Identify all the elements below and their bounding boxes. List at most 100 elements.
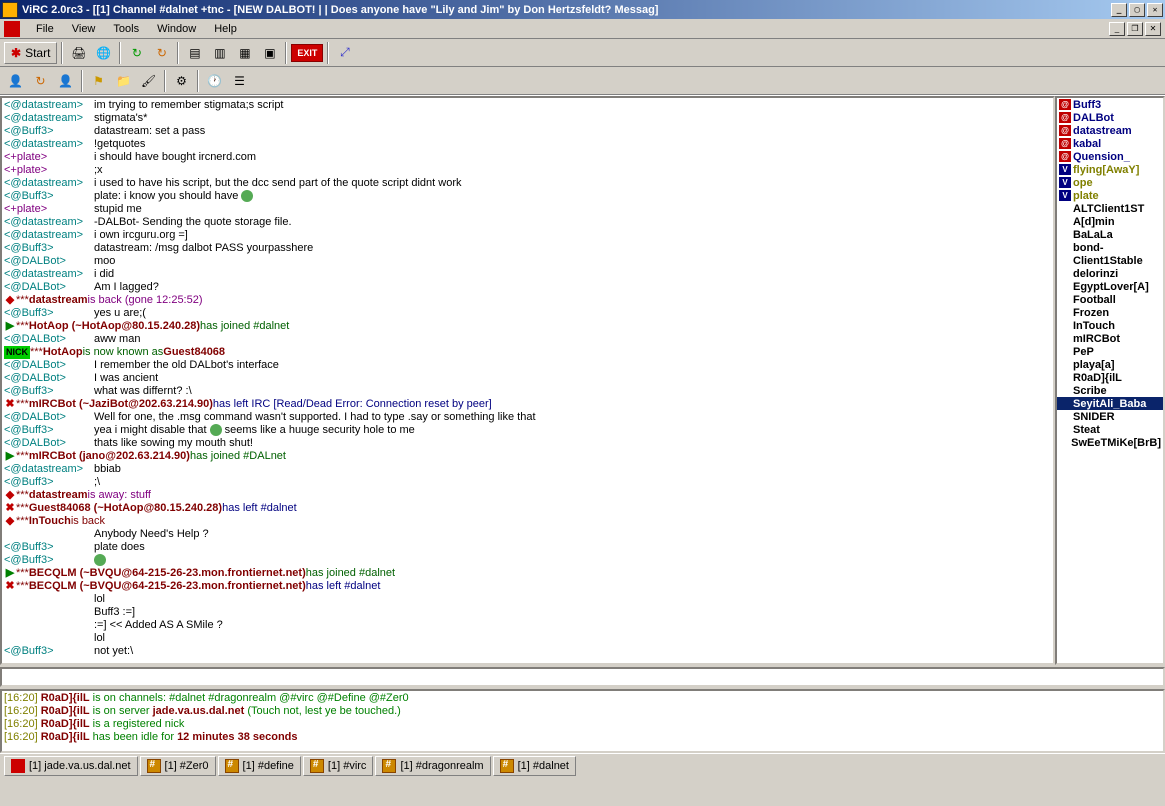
menu-file[interactable]: File — [28, 21, 62, 37]
status-line: [16:20] R0aD]{ilL is on channels: #dalne… — [4, 692, 1161, 705]
nick-item[interactable]: A[d]min — [1057, 215, 1163, 228]
smile-icon — [210, 424, 222, 436]
part-icon: ✖ — [4, 398, 16, 411]
menu-window[interactable]: Window — [149, 21, 204, 37]
status-line: [16:20] R0aD]{ilL is on server jade.va.u… — [4, 705, 1161, 718]
nick-item[interactable]: SwEeTMiKe[BrB] — [1057, 436, 1163, 449]
nick-item[interactable]: @Quension_ — [1057, 150, 1163, 163]
tile-horizontal-icon: ▤ — [189, 46, 200, 60]
brush-icon: 🖌 — [141, 74, 156, 88]
print-button[interactable]: 🖨 — [67, 42, 90, 64]
nick-item[interactable]: R0aD]{ilL — [1057, 371, 1163, 384]
menu-bar: FileViewToolsWindowHelp _ ❐ ✕ — [0, 19, 1165, 39]
chat-line: <@datastream>!getquotes — [4, 138, 1051, 151]
chat-line: Anybody Need's Help ? — [4, 528, 1051, 541]
maximize-button[interactable]: ▢ — [1129, 3, 1145, 17]
message-input[interactable] — [2, 669, 1163, 685]
refresh-icon: ↻ — [132, 46, 142, 60]
nick-item[interactable]: mIRCBot — [1057, 332, 1163, 345]
nick-item[interactable]: Vplate — [1057, 189, 1163, 202]
nick-item[interactable]: @datastream — [1057, 124, 1163, 137]
brush-button[interactable]: 🖌 — [137, 70, 160, 92]
nick-item[interactable]: InTouch — [1057, 319, 1163, 332]
chat-line: NICK *** HotAop is now known as Guest840… — [4, 346, 1051, 359]
tab-label: [1] #virc — [328, 760, 367, 772]
status-log[interactable]: [16:20] R0aD]{ilL is on channels: #dalne… — [0, 689, 1165, 753]
nick-item[interactable]: Frozen — [1057, 306, 1163, 319]
tab--1---define[interactable]: [1] #define — [218, 756, 301, 776]
chat-log[interactable]: <@datastream>im trying to remember stigm… — [0, 96, 1055, 665]
nick-item[interactable]: BaLaLa — [1057, 228, 1163, 241]
close-button[interactable]: ✕ — [1147, 3, 1163, 17]
nick-item[interactable]: @DALBot — [1057, 111, 1163, 124]
nick-item[interactable]: Vope — [1057, 176, 1163, 189]
cycle-button[interactable]: ↻ — [29, 70, 52, 92]
window-title: ViRC 2.0rc3 - [[1] Channel #dalnet +tnc … — [22, 4, 1111, 16]
mdi-close-button[interactable]: ✕ — [1145, 22, 1161, 36]
chat-line: <@datastream>i did — [4, 268, 1051, 281]
mdi-restore-button[interactable]: ❐ — [1127, 22, 1143, 36]
expand-icon: ⤢ — [340, 45, 350, 60]
chat-line: ◆ *** datastream is away: stuff — [4, 489, 1051, 502]
nick-item[interactable]: EgyptLover[A] — [1057, 280, 1163, 293]
op-badge-icon: @ — [1059, 112, 1071, 123]
nick-item[interactable]: playa[a] — [1057, 358, 1163, 371]
chat-line: :=] << Added AS A SMile ? — [4, 619, 1051, 632]
smile-icon — [241, 190, 253, 202]
start-button[interactable]: ✱Start — [4, 42, 57, 64]
tile-h-button[interactable]: ▤ — [183, 42, 206, 64]
expand-button[interactable]: ⤢ — [333, 42, 356, 64]
nick-item[interactable]: Scribe — [1057, 384, 1163, 397]
tab--1--jade-va-us-dal-net[interactable]: [1] jade.va.us.dal.net — [4, 756, 138, 776]
nick-item[interactable]: ALTClient1ST — [1057, 202, 1163, 215]
minimize-button[interactable]: _ — [1111, 3, 1127, 17]
nick-item[interactable]: PeP — [1057, 345, 1163, 358]
nick-item[interactable]: SNIDER — [1057, 410, 1163, 423]
nick-item[interactable]: Client1Stable — [1057, 254, 1163, 267]
nick-item[interactable]: SeyitAli_Baba — [1057, 397, 1163, 410]
nick-item[interactable]: Vflying[AwaY] — [1057, 163, 1163, 176]
tile-v-button[interactable]: ▥ — [208, 42, 231, 64]
window-button[interactable]: ▣ — [258, 42, 281, 64]
mdi-minimize-button[interactable]: _ — [1109, 22, 1125, 36]
join-icon: ▶ — [4, 567, 16, 580]
chat-line: <@datastream>bbiab — [4, 463, 1051, 476]
app-icon — [2, 2, 18, 18]
tab-bar: [1] jade.va.us.dal.net[1] #Zer0 [1] #defi… — [0, 753, 1165, 777]
cascade-button[interactable]: ▦ — [233, 42, 256, 64]
list-button[interactable]: ☰ — [228, 70, 251, 92]
refresh-orange-button[interactable]: ↻ — [150, 42, 173, 64]
menu-help[interactable]: Help — [206, 21, 245, 37]
exit-button[interactable]: EXIT — [291, 44, 323, 62]
nick-item[interactable]: delorinzi — [1057, 267, 1163, 280]
flag-button[interactable]: ⚑ — [87, 70, 110, 92]
nick-item[interactable]: bond- — [1057, 241, 1163, 254]
nick-item[interactable]: Football — [1057, 293, 1163, 306]
folder-button[interactable]: 📁 — [112, 70, 135, 92]
refresh-green-button[interactable]: ↻ — [125, 42, 148, 64]
tab--1---zer0[interactable]: [1] #Zer0 — [140, 756, 216, 776]
chat-line: ✖ *** Guest84068 (~HotAop@80.15.240.28) … — [4, 502, 1051, 515]
tab--1---dalnet[interactable]: [1] #dalnet — [493, 756, 576, 776]
settings-button[interactable]: ⚙ — [170, 70, 193, 92]
voice-badge-icon: V — [1059, 177, 1071, 188]
user-red-button[interactable]: 👤 — [4, 70, 27, 92]
nick-item[interactable]: @kabal — [1057, 137, 1163, 150]
tab-label: [1] #define — [243, 760, 294, 772]
status-line: [16:20] R0aD]{ilL has been idle for 12 m… — [4, 731, 1161, 744]
op-badge-icon: @ — [1059, 138, 1071, 149]
chat-line: <@datastream>i used to have his script, … — [4, 177, 1051, 190]
menu-tools[interactable]: Tools — [105, 21, 147, 37]
chat-line: <@DALBot>thats like sowing my mouth shut… — [4, 437, 1051, 450]
chat-line: ▶ *** BECQLM (~BVQU@64-215-26-23.mon.fro… — [4, 567, 1051, 580]
user-blue-button[interactable]: 👤 — [54, 70, 77, 92]
nick-list[interactable]: @Buff3@DALBot@datastream@kabal@Quension_… — [1055, 96, 1165, 665]
globe-button[interactable]: 🌐 — [92, 42, 115, 64]
menu-view[interactable]: View — [64, 21, 104, 37]
channel-icon — [500, 759, 514, 773]
nick-item[interactable]: Steat — [1057, 423, 1163, 436]
nick-item[interactable]: @Buff3 — [1057, 98, 1163, 111]
clock-button[interactable]: 🕐 — [203, 70, 226, 92]
tab--1---virc[interactable]: [1] #virc — [303, 756, 374, 776]
tab--1---dragonrealm[interactable]: [1] #dragonrealm — [375, 756, 490, 776]
